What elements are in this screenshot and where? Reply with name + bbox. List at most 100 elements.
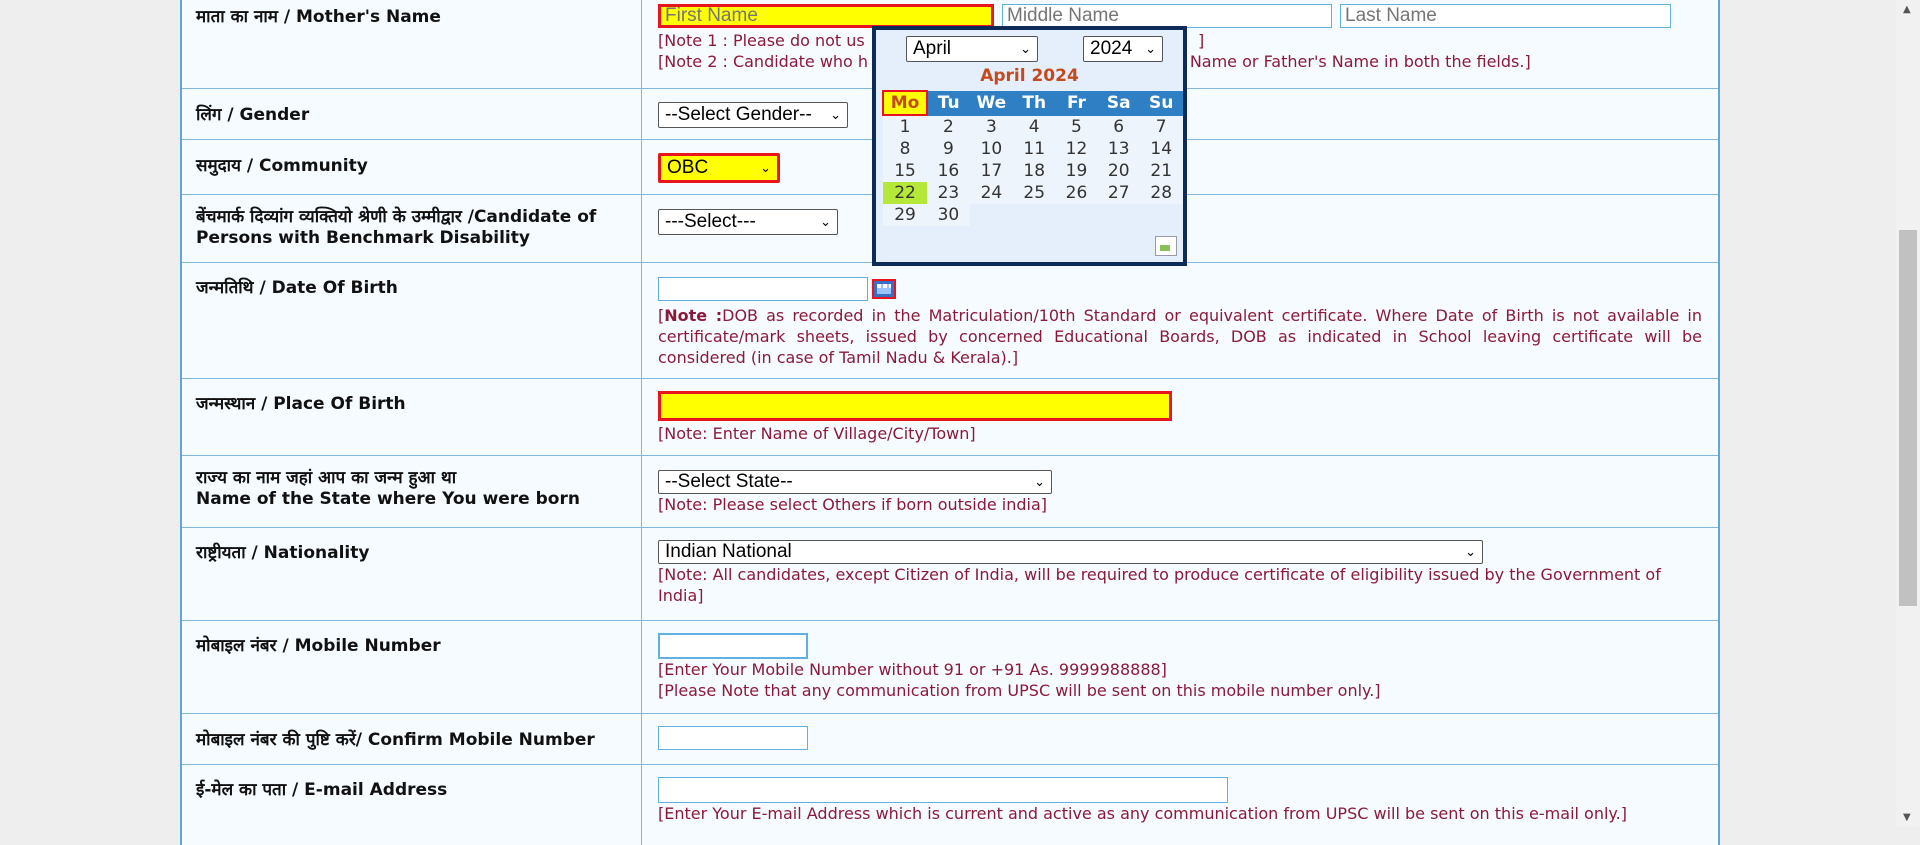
calendar-day[interactable]: 15 [883, 160, 928, 182]
calendar-grid: Mo Tu We Th Fr Sa Su 1 2 3 4 5 6 7 8 9 10 11 12 13 14… [881, 90, 1183, 226]
calendar-day[interactable]: 8 [883, 138, 928, 160]
label-birth-state: राज्य का नाम जहां आप का जन्म हुआ था Name… [182, 456, 642, 527]
mobile-note-2: [Please Note that any communication from… [658, 681, 1381, 700]
calendar-day[interactable]: 27 [1097, 182, 1140, 204]
weekday-header: Fr [1054, 90, 1098, 116]
calendar-day[interactable]: 21 [1139, 160, 1183, 182]
calendar-day[interactable]: 9 [927, 138, 970, 160]
calendar-day[interactable]: 6 [1097, 115, 1140, 138]
calendar-year-select[interactable]: 2024 ⌄ [1083, 36, 1163, 62]
row-place-of-birth: जन्मस्थान / Place Of Birth [Note: Enter … [182, 379, 1718, 456]
calendar-day[interactable]: 10 [969, 138, 1013, 160]
calendar-empty-cell [1055, 204, 1097, 226]
calendar-day[interactable]: 29 [883, 204, 928, 226]
mother-note-1-tail: ] [1198, 31, 1205, 50]
place-of-birth-input[interactable] [658, 391, 1172, 421]
chevron-down-icon: ⌄ [760, 160, 771, 175]
calendar-day[interactable]: 4 [1012, 115, 1056, 138]
label-nationality: राष्ट्रीयता / Nationality [182, 528, 642, 620]
image-icon[interactable] [1155, 236, 1177, 256]
calendar-day[interactable]: 17 [969, 160, 1013, 182]
disability-select-value: ---Select--- [665, 211, 756, 232]
calendar-icon[interactable] [872, 279, 896, 299]
mother-last-name-input[interactable] [1340, 4, 1671, 28]
vertical-scrollbar[interactable]: ▲ ▼ [1896, 0, 1920, 827]
calendar-month-select[interactable]: April ⌄ [906, 36, 1038, 62]
calendar-empty-cell [1140, 204, 1183, 226]
place-of-birth-note: [Note: Enter Name of Village/City/Town] [658, 424, 976, 443]
scrollbar-thumb[interactable] [1899, 230, 1917, 606]
calendar-day[interactable]: 28 [1139, 182, 1183, 204]
weekday-header: Su [1139, 90, 1183, 116]
disability-select[interactable]: ---Select--- ⌄ [658, 209, 838, 235]
birth-state-select[interactable]: --Select State-- ⌄ [658, 470, 1052, 494]
row-birth-state: राज्य का नाम जहां आप का जन्म हुआ था Name… [182, 456, 1718, 528]
calendar-week: 29 30 [883, 204, 1183, 226]
calendar-day[interactable]: 18 [1012, 160, 1056, 182]
mobile-input[interactable] [658, 633, 808, 659]
calendar-day[interactable]: 12 [1055, 138, 1098, 160]
mother-middle-name-input[interactable] [1002, 4, 1332, 28]
mother-first-name-input[interactable] [658, 4, 994, 28]
calendar-year-value: 2024 [1090, 38, 1133, 59]
chevron-down-icon: ⌄ [820, 214, 831, 229]
label-disability: बेंचमार्क दिव्यांग व्यक्तियो श्रेणी के उ… [182, 195, 642, 262]
calendar-day[interactable]: 23 [927, 182, 970, 204]
row-confirm-mobile: मोबाइल नंबर की पुष्टि करें/ Confirm Mobi… [182, 714, 1718, 765]
chevron-down-icon: ⌄ [830, 107, 841, 122]
calendar-day[interactable]: 5 [1055, 115, 1098, 138]
scroll-up-icon[interactable]: ▲ [1903, 4, 1911, 15]
row-nationality: राष्ट्रीयता / Nationality Indian Nationa… [182, 528, 1718, 621]
scroll-down-icon[interactable]: ▼ [1903, 812, 1911, 823]
calendar-day[interactable]: 1 [883, 115, 928, 138]
calendar-week: 15 16 17 18 19 20 21 [883, 160, 1183, 182]
label-dob: जन्मतिथि / Date Of Birth [182, 263, 642, 378]
calendar-empty-cell [1013, 204, 1055, 226]
calendar-day[interactable]: 13 [1097, 138, 1140, 160]
label-place-of-birth: जन्मस्थान / Place Of Birth [182, 379, 642, 455]
label-email: ई-मेल का पता / E-mail Address [182, 765, 642, 845]
label-birth-state-line1: राज्य का नाम जहां आप का जन्म हुआ था [196, 468, 457, 488]
calendar-day[interactable]: 19 [1055, 160, 1098, 182]
date-picker-popup: April ⌄ 2024 ⌄ April 2024 Mo Tu We Th Fr… [872, 26, 1187, 266]
calendar-day[interactable]: 3 [969, 115, 1013, 138]
weekday-header: Mo [881, 90, 929, 116]
gender-select-value: --Select Gender-- [665, 104, 812, 125]
email-input[interactable] [658, 777, 1228, 803]
label-birth-state-line2: Name of the State where You were born [196, 489, 580, 509]
nationality-select[interactable]: Indian National ⌄ [658, 540, 1483, 564]
calendar-day[interactable]: 16 [927, 160, 970, 182]
dob-input[interactable] [658, 277, 868, 301]
calendar-day[interactable]: 20 [1097, 160, 1140, 182]
chevron-down-icon: ⌄ [1034, 474, 1045, 489]
label-disability-line2: Persons with Benchmark Disability [196, 228, 530, 248]
label-confirm-mobile: मोबाइल नंबर की पुष्टि करें/ Confirm Mobi… [182, 714, 642, 764]
calendar-day[interactable]: 25 [1012, 182, 1056, 204]
birth-state-note: [Note: Please select Others if born outs… [658, 495, 1048, 514]
calendar-day[interactable]: 22 [883, 182, 928, 204]
row-email: ई-मेल का पता / E-mail Address [Enter You… [182, 765, 1718, 845]
calendar-day[interactable]: 26 [1055, 182, 1098, 204]
calendar-title: April 2024 [980, 66, 1079, 86]
label-mother-name: माता का नाम / Mother's Name [182, 0, 642, 88]
calendar-day[interactable]: 14 [1139, 138, 1183, 160]
calendar-week: 8 9 10 11 12 13 14 [883, 138, 1183, 160]
calendar-day[interactable]: 24 [969, 182, 1013, 204]
community-select-value: OBC [667, 157, 709, 178]
calendar-empty-cell [1097, 204, 1139, 226]
email-note: [Enter Your E-mail Address which is curr… [658, 804, 1627, 823]
gender-select[interactable]: --Select Gender-- ⌄ [658, 102, 848, 128]
mobile-note-1: [Enter Your Mobile Number without 91 or … [658, 660, 1167, 679]
nationality-select-value: Indian National [665, 541, 792, 562]
row-dob: जन्मतिथि / Date Of Birth [Note :DOB as r… [182, 263, 1718, 379]
calendar-day[interactable]: 2 [927, 115, 970, 138]
weekday-header: We [969, 90, 1014, 116]
dob-note: DOB as recorded in the Matriculation/10t… [658, 306, 1702, 367]
calendar-day[interactable]: 30 [927, 204, 970, 226]
calendar-day[interactable]: 7 [1139, 115, 1183, 138]
calendar-day[interactable]: 11 [1012, 138, 1056, 160]
community-select[interactable]: OBC ⌄ [658, 153, 780, 183]
calendar-empty-cell [970, 204, 1013, 226]
confirm-mobile-input[interactable] [658, 726, 808, 750]
label-disability-line1: बेंचमार्क दिव्यांग व्यक्तियो श्रेणी के उ… [196, 207, 597, 227]
